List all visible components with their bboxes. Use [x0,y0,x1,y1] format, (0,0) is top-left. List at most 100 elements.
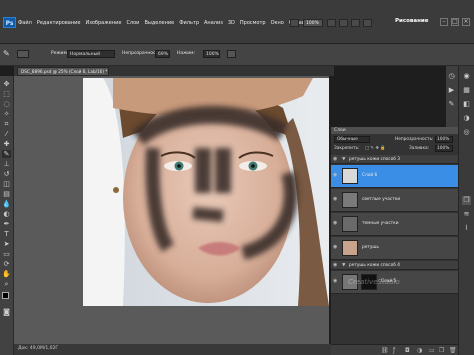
hand-tool-icon[interactable]: ✋ [2,270,11,278]
layer-row[interactable]: ◉ ретушь [331,237,458,260]
eye-icon[interactable]: ◉ [333,221,339,226]
marquee-tool-icon[interactable]: ⬚ [2,90,11,98]
eye-icon[interactable]: ◉ [333,263,339,268]
trash-icon[interactable]: 🗑 [449,347,457,354]
eye-icon[interactable]: ◉ [333,197,339,202]
path-select-icon[interactable]: ➤ [2,240,11,248]
lasso-tool-icon[interactable]: ◌ [2,100,11,108]
layer-row-selected[interactable]: ◉ Слой 6 [331,165,458,188]
extras-icon[interactable] [339,19,348,27]
clone-stamp-icon[interactable]: ⊥ [2,160,11,168]
layers-panel-icon[interactable]: ❐ [462,196,471,205]
layer-row[interactable]: ◉ темные участки [331,213,458,236]
history-panel-icon[interactable]: ◷ [447,72,456,81]
lock-row: Закрепить: □ ✎ ✥ 🔒 Заливка: 100% [331,145,458,153]
fx-icon[interactable]: ƒ [393,347,395,354]
healing-brush-icon[interactable]: ✚ [2,140,11,148]
layer-group-row[interactable]: ◉ ▼ ретушь кожи способ 3 [331,155,458,164]
menu-view[interactable]: Просмотр [240,20,266,26]
blend-mode-select[interactable]: Обычные [334,136,370,143]
dodge-tool-icon[interactable]: ◐ [2,210,11,218]
menu-select[interactable]: Выделение [144,20,174,26]
swatches-panel-icon[interactable]: ▦ [462,86,471,95]
gradient-icon[interactable]: ▤ [2,190,11,198]
rotate-icon[interactable] [363,19,372,27]
eye-icon[interactable]: ◉ [333,173,339,178]
quick-mask-icon[interactable]: ◙ [2,308,11,316]
workspace-switcher[interactable]: Рисование [395,18,435,28]
app-logo: Ps [3,17,16,28]
lock-icons[interactable]: □ ✎ ✥ 🔒 [365,145,386,153]
brush-tool-icon[interactable]: ✎ [2,150,11,158]
3d-rotate-icon[interactable]: ⟳ [2,260,11,268]
doc-size-status: Док: 49,0M/1,02Г [18,346,59,351]
lock-label: Закрепить: [334,146,360,151]
blur-tool-icon[interactable]: 💧 [2,200,11,208]
right-dock: ◉ ▦ ◧ ◑ ◎ ❐ ≋ ⌇ [458,66,474,355]
menu-filter[interactable]: Фильтр [179,20,199,26]
shape-tool-icon[interactable]: ▭ [2,250,11,258]
menu-file[interactable]: Файл [18,20,32,26]
foreground-color-swatch[interactable] [2,292,9,299]
layer-opacity-field[interactable]: 100% [435,136,453,143]
brush-preset-picker[interactable] [17,50,29,58]
screen-mode-icon[interactable] [327,19,336,27]
move-tool-icon[interactable]: ✥ [2,80,11,88]
channels-panel-icon[interactable]: ≋ [462,210,471,219]
history-brush-icon[interactable]: ↺ [2,170,11,178]
menu-window[interactable]: Окно [271,20,284,26]
crop-tool-icon[interactable]: ⌗ [2,120,11,128]
menu-edit[interactable]: Редактирование [37,20,81,26]
type-tool-icon[interactable]: T [2,230,11,238]
zoom-tool-icon[interactable]: ⌕ [2,280,11,288]
mask-icon[interactable]: ◘ [405,347,410,354]
adjustments-panel-icon[interactable]: ◑ [462,114,471,123]
menu-analysis[interactable]: Анализ [204,20,223,26]
layer-name: ретушь кожи способ 3 [349,157,401,162]
menu-layers[interactable]: Слои [126,20,139,26]
layer-thumbnail [342,240,358,256]
color-panel-icon[interactable]: ◉ [462,72,471,81]
expand-icon[interactable]: ▼ [342,263,345,268]
grid-icon[interactable] [351,19,360,27]
link-icon[interactable]: ⛓ [381,347,389,354]
folder-icon[interactable]: ▭ [429,347,435,354]
expand-icon[interactable]: ▼ [342,157,345,162]
document-canvas[interactable] [83,78,329,306]
eraser-icon[interactable]: ◫ [2,180,11,188]
menu-3d[interactable]: 3D [228,20,235,26]
pressure-field[interactable]: 100% [203,50,220,58]
opacity-field[interactable]: 69% [155,50,170,58]
eye-icon[interactable]: ◉ [333,245,339,250]
menu-image[interactable]: Изображение [85,20,121,26]
layer-thumbnail [342,192,358,208]
eyedropper-icon[interactable]: ⁄ [2,130,11,138]
minimize-icon[interactable]: – [440,18,448,26]
document-tab[interactable]: DSC_8896.psd @ 25% (Слой 6, Lab/16) * [17,67,109,76]
pen-tool-icon[interactable]: ✒ [2,220,11,228]
fill-field[interactable]: 100% [435,145,453,152]
brush-panel-icon[interactable]: ✎ [447,100,456,109]
eye-icon[interactable]: ◉ [333,279,339,284]
mode-label: Режим: [51,51,69,56]
paths-panel-icon[interactable]: ⌇ [462,224,471,233]
mode-select[interactable]: Нормальный [67,50,115,58]
arrange-icon[interactable] [290,19,299,27]
zoom-select[interactable]: 100% [303,19,323,27]
quick-select-icon[interactable]: ✧ [2,110,11,118]
close-icon[interactable]: × [462,18,470,26]
adjustment-icon[interactable]: ◑ [417,347,422,354]
masks-panel-icon[interactable]: ◎ [462,128,471,137]
maximize-icon[interactable]: □ [451,18,459,26]
styles-panel-icon[interactable]: ◧ [462,100,471,109]
options-bar: ✎ Режим: Нормальный Непрозрачность: 69% … [0,44,474,66]
blend-row: Обычные Непрозрачность: 100% [331,136,458,144]
layer-thumbnail [342,216,358,232]
new-layer-icon[interactable]: ❐ [439,347,444,354]
actions-panel-icon[interactable]: ▶ [447,86,456,95]
eye-icon[interactable]: ◉ [333,157,339,162]
layer-row[interactable]: ◉ светлые участки [331,189,458,212]
airbrush-icon[interactable] [227,50,236,58]
layer-group-row[interactable]: ◉ ▼ ретушь кожи способ 4 [331,261,458,270]
brush-tool-icon[interactable]: ✎ [3,49,13,59]
